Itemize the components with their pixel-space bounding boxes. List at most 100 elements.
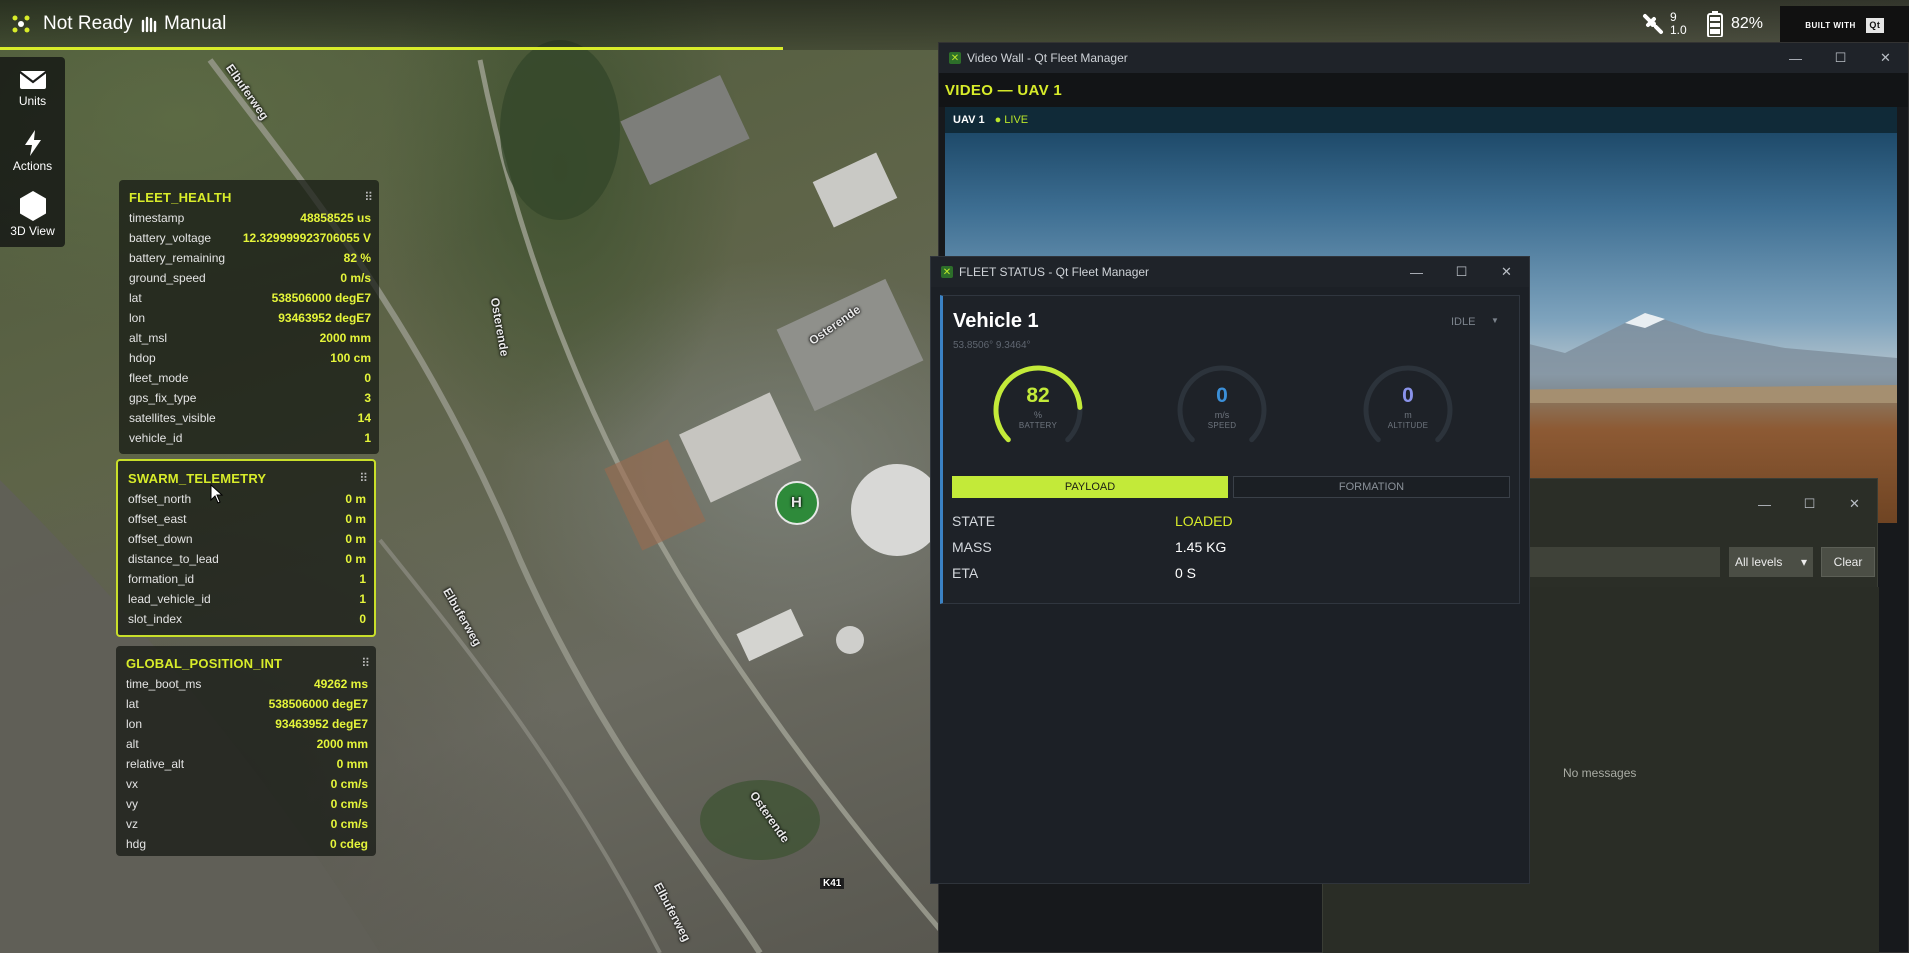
- payload-eta-row: ETA 0 S: [952, 565, 1512, 591]
- window-title-bar[interactable]: ✕ Video Wall - Qt Fleet Manager — ☐ ✕: [939, 43, 1908, 73]
- telemetry-key: alt_msl: [129, 331, 168, 345]
- telemetry-value: 0 m: [345, 552, 366, 566]
- app-logo-icon: ✕: [949, 52, 961, 64]
- swarm-telemetry-panel[interactable]: SWARM_TELEMETRY ⠿ offset_north 0 m offset_e…: [116, 459, 376, 637]
- gauge-unit: m: [1404, 410, 1412, 420]
- fleet-status-window[interactable]: ✕ FLEET STATUS - Qt Fleet Manager — ☐ ✕ …: [930, 256, 1530, 884]
- telemetry-value: 1: [359, 572, 366, 586]
- payload-value: 1.45 KG: [1175, 539, 1227, 555]
- left-toolbar: Units Actions 3D View: [0, 57, 65, 247]
- altitude-gauge: 0 m ALTITUDE: [1353, 360, 1463, 460]
- 3d-view-button[interactable]: 3D View: [0, 183, 65, 246]
- gauge-label: SPEED: [1207, 421, 1237, 430]
- flight-mode-label: Manual: [164, 13, 227, 34]
- window-title-bar[interactable]: ✕ FLEET STATUS - Qt Fleet Manager — ☐ ✕: [931, 257, 1529, 287]
- minimize-button[interactable]: —: [1742, 489, 1787, 519]
- chevron-down-icon[interactable]: ▼: [1491, 316, 1499, 325]
- maximize-button[interactable]: ☐: [1439, 257, 1484, 287]
- telemetry-row: lead_vehicle_id 1: [128, 589, 366, 609]
- drag-handle-icon[interactable]: ⠿: [359, 471, 368, 485]
- telemetry-row: offset_east 0 m: [128, 509, 366, 529]
- satellite-icon: [1643, 14, 1663, 34]
- drag-handle-icon[interactable]: ⠿: [364, 190, 373, 204]
- telemetry-row: alt_msl 2000 mm: [129, 328, 371, 348]
- mouse-cursor-icon: [210, 484, 224, 504]
- gauge-label: BATTERY: [1018, 421, 1058, 430]
- fleet-health-panel[interactable]: FLEET_HEALTH ⠿ timestamp 48858525 us batter…: [119, 180, 379, 454]
- telemetry-key: offset_north: [128, 492, 192, 506]
- payload-value: 0 S: [1175, 565, 1197, 581]
- tab-payload[interactable]: PAYLOAD: [952, 476, 1228, 498]
- telemetry-row: lon 93463952 degE7: [126, 714, 368, 734]
- vehicle-status[interactable]: Not Ready: [43, 0, 133, 48]
- clear-button[interactable]: Clear: [1821, 547, 1875, 577]
- envelope-icon: [18, 71, 47, 89]
- telemetry-row: alt 2000 mm: [126, 734, 368, 754]
- telemetry-value: 100 cm: [330, 351, 371, 365]
- vehicle-card[interactable]: Vehicle 1 53.8506° 9.3464° IDLE ▼ 82 % B…: [940, 295, 1520, 604]
- telemetry-row: timestamp 48858525 us: [129, 208, 371, 228]
- telemetry-key: offset_east: [128, 512, 187, 526]
- gps-status[interactable]: 9 1.0: [1640, 0, 1687, 48]
- minimize-button[interactable]: —: [1394, 257, 1439, 287]
- telemetry-value: 0 m/s: [340, 271, 371, 285]
- close-button[interactable]: ✕: [1832, 489, 1877, 519]
- telemetry-row: offset_north 0 m: [128, 489, 366, 509]
- road-number-badge: K41: [820, 878, 845, 889]
- telemetry-key: ground_speed: [129, 271, 206, 285]
- telemetry-row: lon 93463952 degE7: [129, 308, 371, 328]
- panel-title: FLEET_HEALTH: [129, 189, 232, 205]
- built-with-label: BUILT WITH: [1805, 20, 1856, 30]
- telemetry-key: offset_down: [128, 532, 193, 546]
- telemetry-key: lon: [126, 717, 143, 731]
- telemetry-key: slot_index: [128, 612, 183, 626]
- telemetry-row: battery_remaining 82 %: [129, 248, 371, 268]
- battery-status[interactable]: 82%: [1707, 0, 1763, 48]
- telemetry-value: 2000 mm: [319, 331, 371, 345]
- live-indicator: ● LIVE: [994, 114, 1029, 126]
- battery-icon: [1707, 11, 1723, 37]
- global-position-int-panel[interactable]: GLOBAL_POSITION_INT ⠿ time_boot_ms 49262 m…: [116, 646, 376, 856]
- hexagon-icon: [19, 191, 46, 221]
- level-filter-dropdown[interactable]: All levels ▾: [1729, 547, 1813, 577]
- maximize-button[interactable]: ☐: [1787, 489, 1832, 519]
- close-button[interactable]: ✕: [1484, 257, 1529, 287]
- telemetry-value: 49262 ms: [313, 677, 368, 691]
- telemetry-key: vx: [126, 777, 138, 791]
- telemetry-key: distance_to_lead: [128, 552, 219, 566]
- telemetry-value: 48858525 us: [300, 211, 371, 225]
- telemetry-value: 0 cm/s: [330, 797, 368, 811]
- helipad-marker[interactable]: H: [791, 494, 802, 511]
- telemetry-value: 0 cm/s: [330, 777, 368, 791]
- telemetry-row: hdg 0 cdeg: [126, 834, 368, 854]
- actions-button[interactable]: Actions: [0, 120, 65, 183]
- level-filter-value: All levels: [1735, 555, 1783, 569]
- empty-state-text: No messages: [1563, 766, 1637, 780]
- tab-formation[interactable]: FORMATION: [1233, 476, 1510, 498]
- vehicle-name: Vehicle 1: [953, 310, 1039, 332]
- telemetry-key: battery_remaining: [129, 251, 226, 265]
- telemetry-row: lat 538506000 degE7: [126, 694, 368, 714]
- close-button[interactable]: ✕: [1863, 43, 1908, 73]
- panel-title: SWARM_TELEMETRY: [128, 470, 267, 486]
- telemetry-value: 3: [364, 391, 371, 405]
- telemetry-value: 0 mm: [336, 757, 368, 771]
- telemetry-key: relative_alt: [126, 757, 185, 771]
- telemetry-row: ground_speed 0 m/s: [129, 268, 371, 288]
- app-logo-icon: ✕: [941, 266, 953, 278]
- flight-mode-selector[interactable]: Manual: [140, 0, 226, 48]
- maximize-button[interactable]: ☐: [1818, 43, 1863, 73]
- speed-gauge: 0 m/s SPEED: [1167, 360, 1277, 460]
- telemetry-key: lon: [129, 311, 146, 325]
- minimize-button[interactable]: —: [1773, 43, 1818, 73]
- drag-handle-icon[interactable]: ⠿: [361, 656, 370, 670]
- telemetry-key: lead_vehicle_id: [128, 592, 211, 606]
- telemetry-value: 0: [364, 371, 371, 385]
- drone-icon[interactable]: [10, 0, 40, 48]
- lightning-icon: [24, 130, 41, 156]
- telemetry-key: time_boot_ms: [126, 677, 202, 691]
- vehicle-state-dropdown[interactable]: IDLE: [1451, 316, 1475, 328]
- telemetry-value: 1: [359, 592, 366, 606]
- units-button[interactable]: Units: [0, 57, 65, 120]
- actions-label: Actions: [12, 159, 53, 173]
